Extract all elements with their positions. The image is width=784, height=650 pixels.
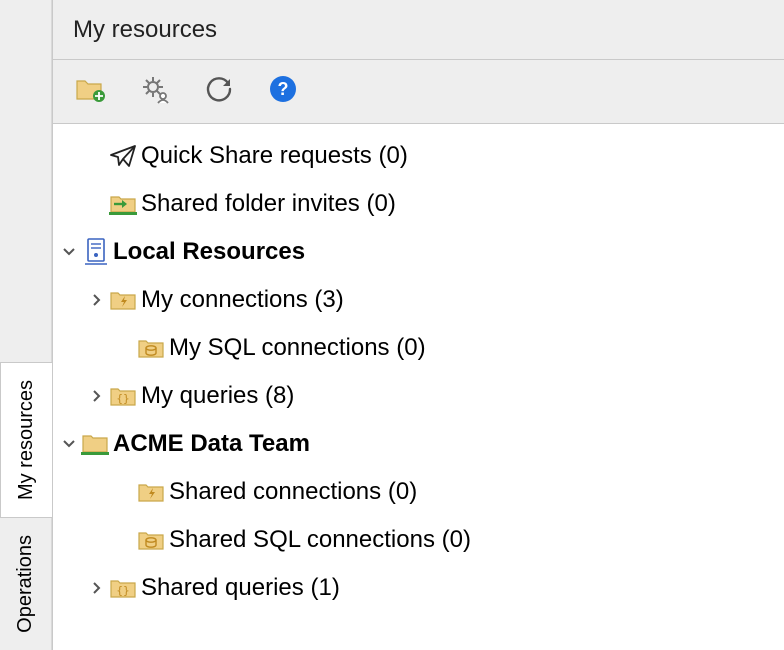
rail-tab-label: My resources bbox=[9, 363, 45, 517]
tree-item-label: My queries (8) bbox=[141, 382, 294, 410]
chevron-down-icon[interactable] bbox=[59, 245, 79, 259]
team-folder-icon bbox=[79, 430, 113, 458]
tree-item-quick-share[interactable]: › Quick Share requests (0) bbox=[53, 132, 784, 180]
tree-item-my-connections[interactable]: My connections (3) bbox=[53, 276, 784, 324]
server-icon bbox=[79, 237, 113, 267]
panel-title: My resources bbox=[53, 0, 784, 60]
chevron-right-icon[interactable] bbox=[87, 389, 107, 403]
chevron-right-icon[interactable] bbox=[87, 581, 107, 595]
side-tab-rail: My resources Operations bbox=[0, 0, 52, 650]
refresh-icon bbox=[204, 74, 234, 109]
svg-text:{}: {} bbox=[116, 584, 129, 597]
panel-title-text: My resources bbox=[73, 16, 217, 44]
tree-item-label: Quick Share requests (0) bbox=[141, 142, 408, 170]
tree-item-my-queries[interactable]: {} My queries (8) bbox=[53, 372, 784, 420]
tree-item-label: Local Resources bbox=[113, 238, 305, 266]
svg-text:?: ? bbox=[278, 79, 289, 99]
tree-item-shared-connections[interactable]: › Shared connections (0) bbox=[53, 468, 784, 516]
shared-folder-arrow-icon bbox=[107, 190, 141, 218]
folder-sql-icon bbox=[135, 527, 169, 553]
help-button[interactable]: ? bbox=[265, 74, 301, 110]
settings-button[interactable] bbox=[137, 74, 173, 110]
tree-item-label: Shared queries (1) bbox=[141, 574, 340, 602]
tree-item-acme-team[interactable]: ACME Data Team bbox=[53, 420, 784, 468]
paper-plane-icon bbox=[107, 143, 141, 169]
tree-item-label: My connections (3) bbox=[141, 286, 344, 314]
help-icon: ? bbox=[269, 75, 297, 108]
folder-bolt-icon bbox=[107, 287, 141, 313]
chevron-down-icon[interactable] bbox=[59, 437, 79, 451]
tree-item-label: ACME Data Team bbox=[113, 430, 310, 458]
resources-panel: My resources bbox=[52, 0, 784, 650]
svg-text:{}: {} bbox=[116, 392, 129, 405]
tree-item-shared-queries[interactable]: {} Shared queries (1) bbox=[53, 564, 784, 612]
rail-tab-label: Operations bbox=[8, 518, 44, 650]
refresh-button[interactable] bbox=[201, 74, 237, 110]
tree-item-local-resources[interactable]: Local Resources bbox=[53, 228, 784, 276]
tree-item-shared-invites[interactable]: › Shared folder invites (0) bbox=[53, 180, 784, 228]
tree-item-label: My SQL connections (0) bbox=[169, 334, 426, 362]
tree-item-label: Shared SQL connections (0) bbox=[169, 526, 471, 554]
chevron-right-icon[interactable] bbox=[87, 293, 107, 307]
folder-bolt-icon bbox=[135, 479, 169, 505]
tree-item-label: Shared connections (0) bbox=[169, 478, 417, 506]
folder-braces-icon: {} bbox=[107, 575, 141, 601]
tree-item-my-sql-connections[interactable]: › My SQL connections (0) bbox=[53, 324, 784, 372]
gear-user-icon bbox=[140, 74, 170, 109]
new-folder-icon bbox=[75, 75, 107, 108]
folder-sql-icon bbox=[135, 335, 169, 361]
tree-item-shared-sql-connections[interactable]: › Shared SQL connections (0) bbox=[53, 516, 784, 564]
resource-tree[interactable]: › Quick Share requests (0) › bbox=[53, 124, 784, 650]
toolbar: ? bbox=[53, 60, 784, 124]
rail-tab-operations[interactable]: Operations bbox=[0, 518, 51, 650]
folder-braces-icon: {} bbox=[107, 383, 141, 409]
new-folder-button[interactable] bbox=[73, 74, 109, 110]
tree-item-label: Shared folder invites (0) bbox=[141, 190, 396, 218]
rail-tab-my-resources[interactable]: My resources bbox=[0, 362, 52, 518]
